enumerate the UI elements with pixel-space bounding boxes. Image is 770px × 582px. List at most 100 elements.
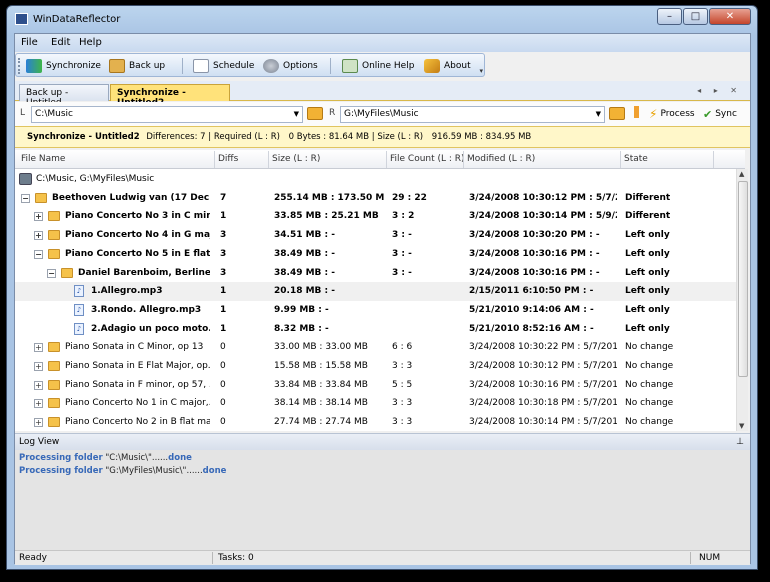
schedule-button[interactable]: Schedule (193, 58, 254, 74)
row-size: 255.14 MB : 173.50 MB (274, 192, 384, 203)
sync-button[interactable]: ✔ Sync (703, 106, 737, 122)
table-row[interactable]: ♪ 2.Adagio un poco moto... 1 8.32 MB : - 5/2… (15, 320, 736, 339)
table-row[interactable]: + Piano Concerto No 4 in G major... 3 34.51… (15, 226, 736, 245)
expand-icon[interactable]: + (34, 380, 43, 390)
log-result: done (202, 466, 227, 476)
table-row[interactable]: − Piano Concerto No 5 in E flat m... 3 38.4… (15, 245, 736, 264)
column-state[interactable]: State (624, 154, 648, 164)
collapse-icon[interactable]: − (47, 268, 56, 278)
column-size[interactable]: Size (L : R) (272, 154, 320, 164)
status-separator (690, 552, 691, 564)
online-help-button[interactable]: Online Help (342, 58, 414, 74)
status-bar: Ready Tasks: 0 NUM (15, 550, 750, 565)
tab-backup-untitled[interactable]: Back up - Untitled (19, 84, 109, 108)
row-diffs: 0 (220, 417, 226, 428)
root-row[interactable]: C:\Music, G:\MyFiles\Music (15, 170, 736, 189)
table-row[interactable]: + Piano Sonata in C Minor, op 13 0 33.00 MB… (15, 338, 736, 357)
row-name: Daniel Barenboim, Berliner ... (78, 267, 210, 278)
synchronize-button[interactable]: Synchronize (26, 58, 101, 74)
row-file-count: 3 : - (392, 267, 412, 278)
table-row[interactable]: + Piano Concerto No 2 in B flat ma... 0 27.… (15, 413, 736, 431)
collapse-icon[interactable]: − (34, 249, 43, 259)
row-modified: 3/24/2008 10:30:12 PM : 5/7/2012 ... (469, 361, 617, 371)
row-modified: 3/24/2008 10:30:16 PM : - (469, 267, 600, 278)
online-help-label: Online Help (362, 61, 415, 71)
column-separator[interactable] (268, 151, 269, 168)
minimize-button[interactable]: – (657, 8, 682, 25)
toolbar-separator (330, 58, 331, 74)
column-diffs[interactable]: Diffs (218, 154, 238, 164)
left-path-combo[interactable]: C:\Music ▼ (31, 106, 303, 123)
menu-edit[interactable]: Edit (51, 37, 70, 48)
toolbar-overflow-icon[interactable]: ▾ (479, 67, 483, 75)
tab-synchronize-untitled2[interactable]: Synchronize - Untitled2 (110, 84, 230, 108)
column-separator[interactable] (713, 151, 714, 168)
flag-icon[interactable] (634, 106, 639, 118)
document-tabs: Back up - Untitled Synchronize - Untitle… (15, 81, 750, 108)
column-separator[interactable] (463, 151, 464, 168)
scroll-up-icon[interactable]: ▲ (739, 170, 744, 178)
table-row[interactable]: + Piano Concerto No 3 in C minor... 1 33.85… (15, 207, 736, 226)
row-file-count: 3 : - (392, 248, 412, 259)
row-modified: 3/24/2008 10:30:18 PM : 5/7/2012 ... (469, 398, 617, 409)
column-separator[interactable] (214, 151, 215, 168)
row-state: No change (625, 361, 674, 371)
expand-icon[interactable]: + (34, 399, 43, 409)
table-row[interactable]: ♪ 1.Allegro.mp3 1 20.18 MB : - 2/15/2011 6:1… (15, 282, 736, 301)
about-button[interactable]: About (424, 58, 471, 74)
scroll-thumb[interactable] (738, 181, 748, 377)
column-separator[interactable] (620, 151, 621, 168)
column-file-count[interactable]: File Count (L : R) (390, 154, 465, 164)
table-row[interactable]: ♪ 3.Rondo. Allegro.mp3 1 9.99 MB : - 5/21/20… (15, 301, 736, 320)
collapse-icon[interactable]: − (21, 193, 30, 203)
table-row[interactable]: + Piano Concerto No 1 in C major,... 0 38.1… (15, 394, 736, 413)
row-file-count: 3 : 2 (392, 211, 415, 222)
row-modified: 3/24/2008 10:30:22 PM : 5/7/2012 ... (469, 342, 617, 353)
maximize-button[interactable]: □ (683, 8, 708, 25)
expand-icon[interactable]: + (34, 343, 43, 353)
menu-help[interactable]: Help (79, 37, 102, 48)
left-browse-folder-icon[interactable] (307, 107, 323, 120)
tab-navigation[interactable]: ◂ ▸ ✕ (697, 86, 742, 95)
column-file-name[interactable]: File Name (21, 154, 65, 164)
scroll-down-icon[interactable]: ▼ (739, 422, 744, 430)
table-row[interactable]: − Daniel Barenboim, Berliner ... 3 38.49 MB… (15, 264, 736, 283)
title-bar[interactable]: WinDataReflector – □ ✕ (7, 6, 757, 32)
log-view-title: Log View (19, 437, 60, 447)
log-result: done (168, 453, 192, 463)
options-button[interactable]: Options (263, 58, 318, 74)
sync-label: Sync (715, 109, 737, 119)
right-path-combo[interactable]: G:\MyFiles\Music ▼ (340, 106, 605, 123)
menu-file[interactable]: File (21, 37, 38, 48)
column-separator[interactable] (386, 151, 387, 168)
root-path: C:\Music, G:\MyFiles\Music (36, 174, 155, 184)
expand-icon[interactable]: + (34, 362, 43, 371)
pin-icon[interactable]: ⊥ (736, 437, 744, 447)
table-row[interactable]: + Piano Sonata in E Flat Major, op... 0 15.… (15, 357, 736, 376)
expand-icon[interactable]: + (34, 212, 43, 222)
row-state: Left only (625, 323, 670, 334)
process-button[interactable]: ⚡ Process (649, 106, 695, 122)
table-row[interactable]: − Beethoven Ludwig van (17 Dec 17... 7 255.… (15, 189, 736, 208)
row-size: 8.32 MB : - (274, 323, 329, 334)
right-browse-folder-icon[interactable] (609, 107, 625, 120)
row-name: Piano Concerto No 5 in E flat m... (65, 248, 210, 259)
close-button[interactable]: ✕ (709, 8, 751, 25)
column-modified[interactable]: Modified (L : R) (467, 154, 535, 164)
backup-label: Back up (129, 61, 166, 71)
toolbar-grip[interactable] (18, 58, 21, 74)
expand-icon[interactable]: + (34, 231, 43, 241)
table-row[interactable]: + Piano Sonata in F minor, op 57, ... 0 33.… (15, 376, 736, 395)
status-num: NUM (699, 553, 721, 563)
row-modified: 3/24/2008 10:30:16 PM : - (469, 248, 600, 259)
backup-button[interactable]: Back up (109, 58, 165, 74)
row-diffs: 1 (220, 323, 227, 334)
options-label: Options (283, 61, 318, 71)
vertical-scrollbar[interactable]: ▲ ▼ (736, 169, 748, 431)
expand-icon[interactable]: + (34, 418, 43, 428)
file-tree-grid: C:\Music, G:\MyFiles\Music − Beethoven Lu… (15, 169, 736, 431)
row-file-count: 3 : 3 (392, 361, 413, 371)
log-key: Processing folder (19, 453, 103, 463)
dropdown-arrow-icon: ▼ (293, 110, 299, 118)
app-icon (15, 13, 28, 25)
